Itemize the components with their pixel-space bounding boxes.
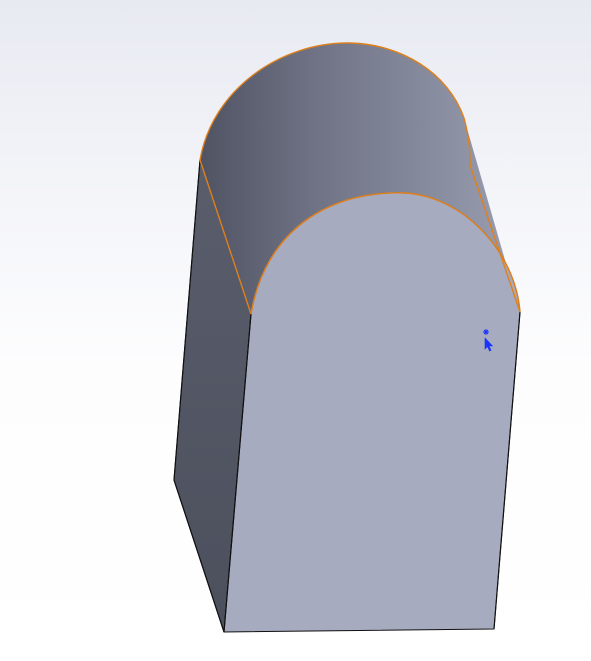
model-canvas[interactable] — [0, 0, 591, 661]
graphics-viewport[interactable] — [0, 0, 591, 661]
